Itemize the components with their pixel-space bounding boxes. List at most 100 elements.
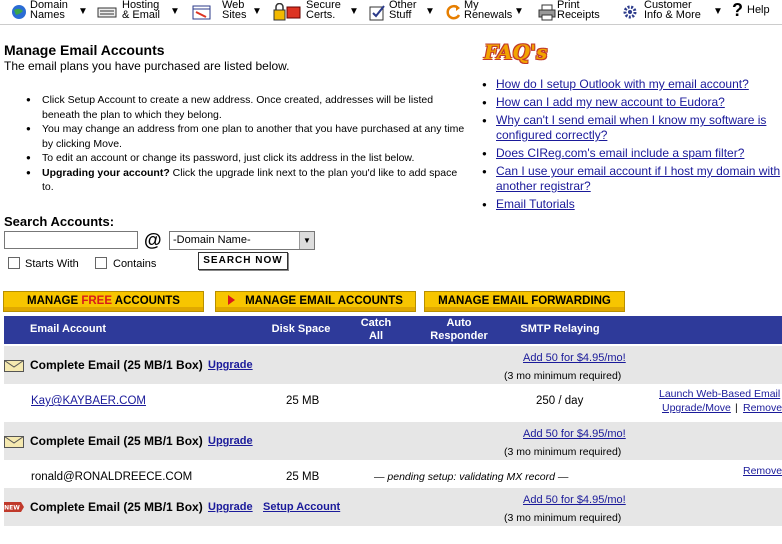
nav-domain-names[interactable]: Domain Names ▼ xyxy=(10,0,94,24)
at-sign: @ xyxy=(144,230,162,250)
starts-with-label: Starts With xyxy=(25,258,79,270)
contains-label: Contains xyxy=(113,258,157,270)
instruction-item: Click Setup Account to create a new addr… xyxy=(26,93,466,122)
plan-row: Complete Email (25 MB/1 Box) Upgrade Add… xyxy=(4,346,782,384)
printer-icon xyxy=(538,4,556,21)
search-label: Search Accounts: xyxy=(4,214,115,229)
new-badge-icon: NEW xyxy=(4,502,24,512)
table-row: ronald@RONALDREECE.COM 25 MB — pending s… xyxy=(4,460,782,488)
setup-account-link[interactable]: Setup Account xyxy=(263,501,340,513)
tab-label-highlight: FREE xyxy=(81,295,113,307)
nav-other-stuff[interactable]: Other Stuff ▼ xyxy=(368,0,435,24)
nav-label: Secure Certs. xyxy=(306,0,341,21)
nav-label: Customer Info & More xyxy=(644,0,701,21)
remove-link[interactable]: Remove xyxy=(743,402,782,414)
nav-customer-info[interactable]: Customer Info & More ▼ xyxy=(620,0,726,24)
website-icon xyxy=(192,5,211,20)
upgrade-move-link[interactable]: Upgrade/Move xyxy=(662,402,731,414)
pending-status: — pending setup: validating MX record — xyxy=(374,471,569,483)
nav-hosting-email[interactable]: Hosting & Email ▼ xyxy=(97,0,187,24)
upgrade-link[interactable]: Upgrade xyxy=(208,501,253,513)
faq-link[interactable]: How do I setup Outlook with my email acc… xyxy=(496,77,749,91)
plan-row: NEW Complete Email (25 MB/1 Box) Upgrade… xyxy=(4,488,782,526)
nav-web-sites[interactable]: Web Sites ▼ xyxy=(191,0,269,24)
table-header: Email Account Disk Space Catch All Auto Re… xyxy=(4,316,782,344)
envelope-icon xyxy=(4,436,24,448)
starts-with-checkbox[interactable] xyxy=(8,257,20,269)
remove-link[interactable]: Remove xyxy=(743,465,782,477)
chevron-down-icon: ▼ xyxy=(170,6,180,17)
contains-checkbox[interactable] xyxy=(95,257,107,269)
nav-label: My Renewals xyxy=(464,0,513,21)
add-storage-link[interactable]: Add 50 for $4.95/mo! xyxy=(523,494,626,506)
domain-select[interactable]: -Domain Name- ▼ xyxy=(169,231,315,250)
upgrade-link[interactable]: Upgrade xyxy=(208,359,253,371)
tab-manage-free-accounts[interactable]: MANAGE FREE ACCOUNTS xyxy=(3,291,204,312)
chevron-down-icon: ▼ xyxy=(349,6,359,17)
search-input[interactable] xyxy=(4,231,138,249)
checklist-icon xyxy=(369,5,385,21)
question-icon: ? xyxy=(732,0,743,20)
faq-link[interactable]: Why can't I send email when I know my so… xyxy=(496,113,766,142)
add-storage-link[interactable]: Add 50 for $4.95/mo! xyxy=(523,428,626,440)
page-title: Manage Email Accounts xyxy=(4,42,165,58)
link-separator: | xyxy=(735,402,738,414)
nav-secure-certs[interactable]: Secure Certs. ▼ xyxy=(272,0,362,24)
refresh-icon xyxy=(446,4,461,20)
chevron-down-icon: ▼ xyxy=(713,6,723,17)
chevron-down-icon: ▼ xyxy=(514,6,524,17)
plan-name: Complete Email (25 MB/1 Box) xyxy=(30,434,203,448)
chevron-down-icon: ▼ xyxy=(252,6,262,17)
tab-label: MANAGE EMAIL FORWARDING xyxy=(438,295,611,307)
faq-link[interactable]: Can I use your email account if I host m… xyxy=(496,164,780,193)
nav-print-receipts[interactable]: Print Receipts xyxy=(538,0,608,24)
chevron-down-icon: ▼ xyxy=(78,6,88,17)
plan-row: Complete Email (25 MB/1 Box) Upgrade Add… xyxy=(4,422,782,460)
instruction-item: Upgrading your account? Click the upgrad… xyxy=(26,166,466,195)
upgrade-link[interactable]: Upgrade xyxy=(208,435,253,447)
col-catch-all: Catch All xyxy=(360,317,392,342)
instruction-item: To edit an account or change its passwor… xyxy=(26,151,466,166)
plan-name: Complete Email (25 MB/1 Box) xyxy=(30,358,203,372)
instructions-list: Click Setup Account to create a new addr… xyxy=(26,93,466,195)
envelope-icon xyxy=(4,360,24,372)
page-subtitle: The email plans you have purchased are l… xyxy=(4,59,290,73)
faq-link[interactable]: Email Tutorials xyxy=(496,197,575,211)
tab-manage-email-forwarding[interactable]: MANAGE EMAIL FORWARDING xyxy=(424,291,625,312)
account-email[interactable]: ronald@RONALDREECE.COM xyxy=(31,471,192,483)
lock-icon xyxy=(273,3,301,21)
plan-name: Complete Email (25 MB/1 Box) xyxy=(30,500,203,514)
faq-logo: FAQ's xyxy=(484,40,548,64)
faq-item: Email Tutorials xyxy=(482,197,782,212)
gear-icon xyxy=(623,5,637,19)
instruction-item: You may change an address from one plan … xyxy=(26,122,466,151)
nav-label: Print Receipts xyxy=(557,0,600,21)
search-now-button[interactable]: SEARCH NOW xyxy=(198,252,288,270)
col-email-account: Email Account xyxy=(30,323,106,335)
active-arrow-icon xyxy=(228,295,236,305)
faq-link[interactable]: Does CIReg.com's email include a spam fi… xyxy=(496,146,744,160)
minimum-note: (3 mo minimum required) xyxy=(504,370,622,382)
nav-help[interactable]: ? Help xyxy=(732,0,778,24)
nav-my-renewals[interactable]: My Renewals ▼ xyxy=(444,0,526,24)
add-storage-link[interactable]: Add 50 for $4.95/mo! xyxy=(523,352,626,364)
chevron-down-icon[interactable]: ▼ xyxy=(299,232,314,249)
col-disk-space: Disk Space xyxy=(271,323,331,335)
faq-item: Can I use your email account if I host m… xyxy=(482,164,782,194)
top-navigation: Domain Names ▼ Hosting & Email ▼ Web Sites … xyxy=(0,0,782,25)
domain-select-value: -Domain Name- xyxy=(173,234,251,246)
disk-space-value: 25 MB xyxy=(286,471,320,483)
tab-manage-email-accounts[interactable]: MANAGE EMAIL ACCOUNTS xyxy=(215,291,416,312)
minimum-note: (3 mo minimum required) xyxy=(504,446,622,458)
chevron-down-icon: ▼ xyxy=(425,6,435,17)
nav-label: Web Sites xyxy=(222,0,247,21)
minimum-note: (3 mo minimum required) xyxy=(504,512,622,524)
tab-label: MANAGE xyxy=(27,295,82,307)
faq-item: Why can't I send email when I know my so… xyxy=(482,113,782,143)
nav-label: Hosting & Email xyxy=(122,0,160,21)
table-row: Kay@KAYBAER.COM 25 MB 250 / day Launch W… xyxy=(4,384,782,414)
launch-webmail-link[interactable]: Launch Web-Based Email xyxy=(659,388,780,400)
account-email-link[interactable]: Kay@KAYBAER.COM xyxy=(31,395,146,407)
faq-link[interactable]: How can I add my new account to Eudora? xyxy=(496,95,725,109)
disk-space-value: 25 MB xyxy=(286,395,320,407)
